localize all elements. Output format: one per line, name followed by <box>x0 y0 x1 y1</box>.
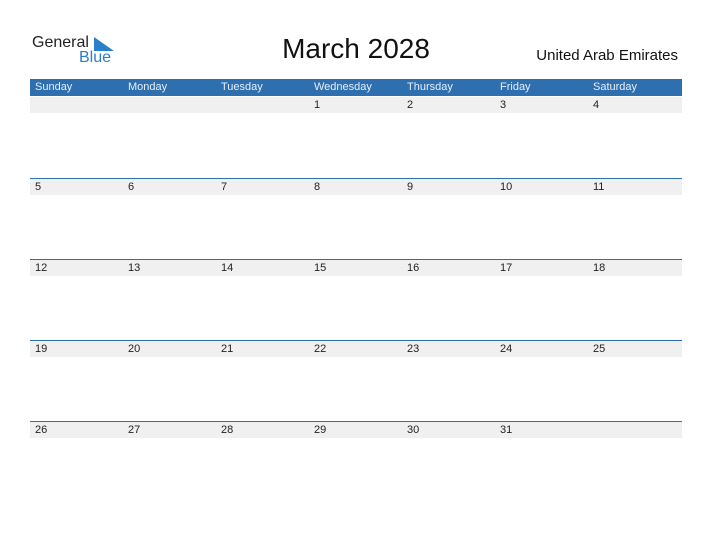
weekday-wednesday: Wednesday <box>314 81 372 93</box>
day-cell: 8 <box>314 181 321 193</box>
day-cell: 5 <box>35 181 42 193</box>
day-cell: 15 <box>314 262 327 274</box>
week-row: 12 13 14 15 16 17 18 <box>30 259 682 276</box>
day-cell: 28 <box>221 424 234 436</box>
day-cell: 9 <box>407 181 414 193</box>
day-cell: 16 <box>407 262 420 274</box>
day-cell: 26 <box>35 424 48 436</box>
day-cell: 13 <box>128 262 141 274</box>
day-cell: 21 <box>221 343 234 355</box>
day-cell: 29 <box>314 424 327 436</box>
day-cell: 2 <box>407 99 414 111</box>
day-cell: 11 <box>593 181 605 193</box>
day-cell: 14 <box>221 262 234 274</box>
day-cell: 30 <box>407 424 420 436</box>
day-cell: 1 <box>314 99 321 111</box>
day-cell: 4 <box>593 99 600 111</box>
weekday-header: Sunday Monday Tuesday Wednesday Thursday Frid… <box>30 79 682 96</box>
day-cell: 22 <box>314 343 327 355</box>
day-cell: 27 <box>128 424 141 436</box>
week-row: 26 27 28 29 30 31 <box>30 421 682 438</box>
weekday-saturday: Saturday <box>593 81 638 93</box>
weekday-friday: Friday <box>500 81 531 93</box>
day-cell: 23 <box>407 343 420 355</box>
day-cell: 7 <box>221 181 228 193</box>
day-cell: 24 <box>500 343 513 355</box>
weekday-monday: Monday <box>128 81 168 93</box>
day-cell: 31 <box>500 424 513 436</box>
weekday-tuesday: Tuesday <box>221 81 263 93</box>
day-cell: 25 <box>593 343 606 355</box>
week-row: 5 6 7 8 9 10 11 <box>30 178 682 195</box>
day-cell: 17 <box>500 262 513 274</box>
day-cell: 19 <box>35 343 48 355</box>
weekday-thursday: Thursday <box>407 81 453 93</box>
day-cell: 20 <box>128 343 141 355</box>
week-row: 19 20 21 22 23 24 25 <box>30 340 682 357</box>
country-label: United Arab Emirates <box>536 47 678 64</box>
day-cell: 10 <box>500 181 513 193</box>
day-cell: 6 <box>128 181 135 193</box>
day-cell: 18 <box>593 262 606 274</box>
day-cell: 3 <box>500 99 507 111</box>
weekday-sunday: Sunday <box>35 81 73 93</box>
day-cell: 12 <box>35 262 48 274</box>
week-row: 1 2 3 4 <box>30 97 682 113</box>
